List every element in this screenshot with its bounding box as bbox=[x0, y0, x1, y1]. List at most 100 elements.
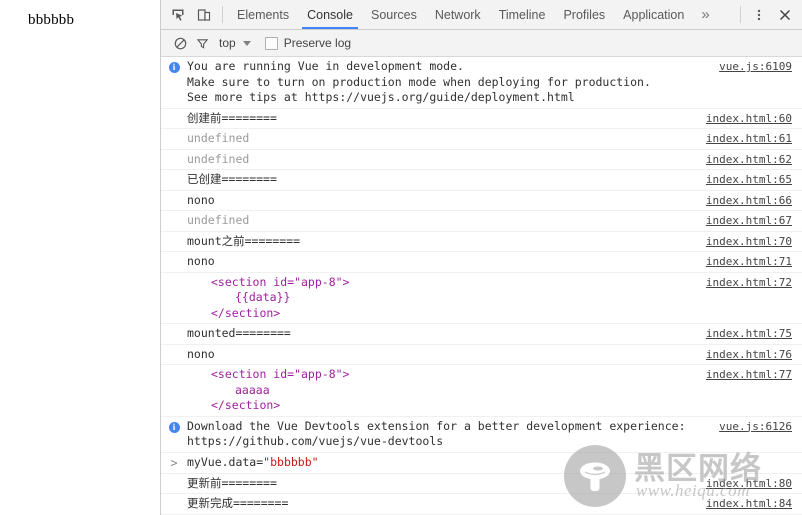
console-row-info[interactable]: i Download the Vue Devtools extension fo… bbox=[161, 417, 802, 453]
tab-elements[interactable]: Elements bbox=[228, 0, 298, 29]
console-row-text: You are running Vue in development mode.… bbox=[187, 59, 719, 106]
console-row-log[interactable]: mount之前======== index.html:70 bbox=[161, 232, 802, 252]
console-row-input[interactable]: > myVue.data="bbbbbb" bbox=[161, 453, 802, 474]
console-row-log[interactable]: undefined index.html:67 bbox=[161, 211, 802, 232]
device-toolbar-icon[interactable] bbox=[191, 0, 217, 29]
console-row-log[interactable]: mounted======== index.html:75 bbox=[161, 324, 802, 345]
tab-console[interactable]: Console bbox=[298, 0, 362, 29]
source-link[interactable]: index.html:76 bbox=[706, 347, 802, 363]
source-link[interactable]: index.html:66 bbox=[706, 193, 802, 209]
preserve-log-toggle[interactable]: Preserve log bbox=[264, 36, 352, 50]
close-icon[interactable] bbox=[772, 0, 798, 29]
tab-profiles-label: Profiles bbox=[563, 7, 606, 22]
source-link[interactable]: index.html:62 bbox=[706, 152, 802, 168]
element-close-tag: </section> bbox=[211, 305, 281, 320]
source-link[interactable]: index.html:80 bbox=[706, 476, 802, 492]
console-row-text: undefined bbox=[187, 131, 250, 145]
console-row-text: 创建前======== bbox=[187, 110, 277, 125]
tab-sources[interactable]: Sources bbox=[362, 0, 426, 29]
tab-network[interactable]: Network bbox=[426, 0, 490, 29]
preserve-log-label: Preserve log bbox=[283, 36, 352, 50]
row-icon-slot: i bbox=[161, 419, 187, 433]
preserve-log-checkbox[interactable] bbox=[264, 36, 278, 50]
info-icon: i bbox=[168, 421, 180, 433]
screen: bbbbbb Elements Console Sources Network … bbox=[0, 0, 802, 515]
console-row-text: mount之前======== bbox=[187, 233, 301, 248]
input-code-prefix: myVue.data= bbox=[187, 454, 264, 469]
source-link[interactable]: index.html:84 bbox=[706, 496, 802, 512]
console-row-log[interactable]: 更新前======== index.html:80 bbox=[161, 474, 802, 494]
devtools-window: Elements Console Sources Network Timelin… bbox=[160, 0, 802, 515]
source-link[interactable]: index.html:61 bbox=[706, 131, 802, 147]
info-line-1: Download the Vue Devtools extension for … bbox=[187, 418, 686, 433]
console-row-text: 已创建======== bbox=[187, 172, 277, 186]
console-row-log[interactable]: 已创建======== index.html:65 bbox=[161, 170, 802, 191]
tab-sources-label: Sources bbox=[370, 7, 417, 22]
console-row-element-markup: <section id="app-8"> {{data}} </section> bbox=[187, 275, 706, 322]
source-link[interactable]: vue.js:6109 bbox=[719, 59, 802, 75]
source-link[interactable]: index.html:75 bbox=[706, 326, 802, 342]
console-row-log[interactable]: 创建前======== index.html:60 bbox=[161, 109, 802, 129]
execution-context-select[interactable]: top bbox=[219, 36, 251, 50]
inspect-element-icon[interactable] bbox=[165, 0, 191, 29]
element-open-tag: <section id="app-8"> bbox=[211, 274, 350, 289]
console-row-log[interactable]: nono index.html:71 bbox=[161, 252, 802, 273]
chevron-down-icon bbox=[242, 40, 251, 46]
console-row-text: nono bbox=[187, 346, 215, 361]
tab-application[interactable]: Application bbox=[614, 0, 693, 29]
row-icon-slot bbox=[161, 476, 187, 477]
console-row-text: 更新前======== bbox=[187, 475, 277, 490]
console-row-log[interactable]: 更新完成======== index.html:84 bbox=[161, 494, 802, 515]
row-icon-slot: i bbox=[161, 59, 187, 73]
console-row-log[interactable]: nono index.html:66 bbox=[161, 191, 802, 211]
element-close-tag: </section> bbox=[211, 398, 281, 412]
kebab-menu-icon[interactable] bbox=[746, 0, 772, 29]
console-row-text: undefined bbox=[187, 213, 250, 227]
row-icon-slot bbox=[161, 234, 187, 235]
row-icon-slot bbox=[161, 254, 187, 255]
console-row-text: undefined bbox=[187, 151, 250, 166]
row-icon-slot: > bbox=[161, 455, 187, 471]
console-message-list[interactable]: i You are running Vue in development mod… bbox=[161, 57, 802, 515]
console-row-log[interactable]: undefined index.html:61 bbox=[161, 129, 802, 150]
tab-application-label: Application bbox=[623, 7, 685, 22]
info-icon: i bbox=[168, 62, 180, 73]
console-row-log[interactable]: nono index.html:76 bbox=[161, 345, 802, 365]
toolbar-divider bbox=[222, 6, 223, 23]
page-content-text: bbbbbb bbox=[28, 12, 75, 28]
source-link[interactable]: index.html:72 bbox=[706, 275, 802, 291]
source-link[interactable]: index.html:70 bbox=[706, 234, 802, 250]
row-icon-slot bbox=[161, 152, 187, 153]
console-row-text: mounted======== bbox=[187, 326, 291, 340]
console-row-element[interactable]: <section id="app-8"> {{data}} </section>… bbox=[161, 273, 802, 324]
source-link[interactable]: index.html:71 bbox=[706, 254, 802, 270]
info-line-2: https://github.com/vuejs/vue-devtools bbox=[187, 434, 444, 448]
source-link[interactable]: index.html:65 bbox=[706, 172, 802, 188]
devtools-tabbar: Elements Console Sources Network Timelin… bbox=[161, 0, 802, 30]
tab-profiles[interactable]: Profiles bbox=[554, 0, 614, 29]
source-link[interactable]: vue.js:6126 bbox=[719, 419, 802, 435]
source-link[interactable]: index.html:67 bbox=[706, 213, 802, 229]
info-line-2: Make sure to turn on production mode whe… bbox=[187, 74, 651, 89]
tab-elements-label: Elements bbox=[237, 7, 290, 22]
console-row-element-markup: <section id="app-8"> aaaaa </section> bbox=[187, 367, 706, 414]
filter-icon[interactable] bbox=[191, 32, 213, 54]
more-tabs-icon[interactable]: » bbox=[693, 0, 717, 29]
row-icon-slot bbox=[161, 131, 187, 132]
info-line-3: See more tips at https://vuejs.org/guide… bbox=[187, 90, 575, 104]
row-icon-slot bbox=[161, 111, 187, 112]
input-code-string: "bbbbbb" bbox=[263, 454, 319, 469]
console-row-text: 更新完成======== bbox=[187, 496, 289, 510]
clear-console-icon[interactable] bbox=[169, 32, 191, 54]
source-link[interactable]: index.html:77 bbox=[706, 367, 802, 383]
row-icon-slot bbox=[161, 193, 187, 194]
console-row-element[interactable]: <section id="app-8"> aaaaa </section> in… bbox=[161, 365, 802, 417]
tab-network-label: Network bbox=[434, 7, 481, 22]
source-link[interactable]: index.html:60 bbox=[706, 111, 802, 127]
console-filter-bar: top Preserve log bbox=[161, 30, 802, 57]
console-row-text: myVue.data="bbbbbb" bbox=[187, 455, 792, 471]
console-row-log[interactable]: undefined index.html:62 bbox=[161, 150, 802, 170]
row-icon-slot bbox=[161, 275, 187, 276]
console-row-info[interactable]: i You are running Vue in development mod… bbox=[161, 57, 802, 109]
tab-timeline[interactable]: Timeline bbox=[490, 0, 555, 29]
